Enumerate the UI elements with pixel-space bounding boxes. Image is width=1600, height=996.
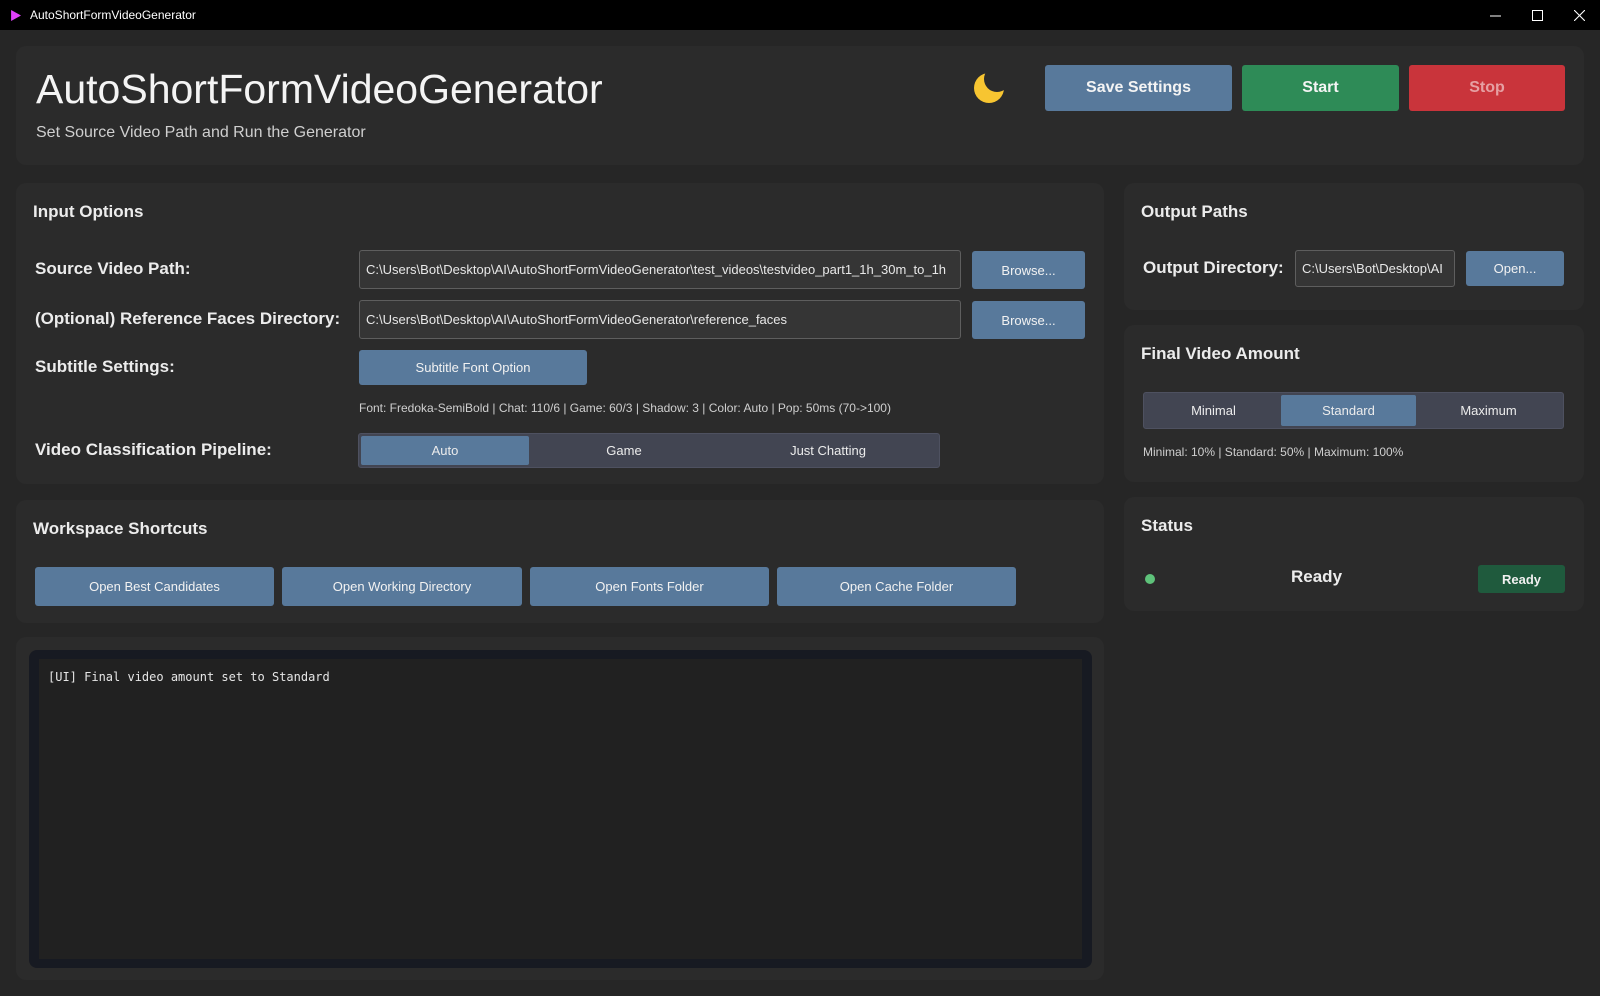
status-dot-icon — [1145, 574, 1155, 584]
subtitle-settings-label: Subtitle Settings: — [35, 357, 175, 376]
faces-browse-button[interactable]: Browse... — [972, 301, 1085, 339]
window-title: AutoShortFormVideoGenerator — [30, 8, 196, 22]
start-button[interactable]: Start — [1242, 65, 1399, 111]
pipeline-option-game[interactable]: Game — [529, 436, 719, 465]
source-video-value: C:\Users\Bot\Desktop\AI\AutoShortFormVid… — [366, 262, 947, 277]
amount-option-minimal[interactable]: Minimal — [1146, 395, 1281, 426]
log-panel: [UI] Final video amount set to Standard — [29, 650, 1092, 968]
app-title: AutoShortFormVideoGenerator — [36, 66, 603, 112]
pipeline-option-auto[interactable]: Auto — [361, 436, 529, 465]
save-settings-button[interactable]: Save Settings — [1045, 65, 1232, 111]
log-textarea[interactable]: [UI] Final video amount set to Standard — [39, 659, 1082, 959]
app-subtitle: Set Source Video Path and Run the Genera… — [36, 124, 366, 141]
reference-faces-label: (Optional) Reference Faces Directory: — [35, 309, 341, 328]
amount-option-maximum[interactable]: Maximum — [1416, 395, 1561, 426]
reference-faces-field[interactable]: C:\Users\Bot\Desktop\AI\AutoShortFormVid… — [359, 300, 961, 339]
log-line: [UI] Final video amount set to Standard — [48, 670, 330, 684]
output-paths-title: Output Paths — [1141, 202, 1248, 221]
output-directory-field[interactable]: C:\Users\Bot\Desktop\AI — [1295, 250, 1455, 287]
amount-option-standard[interactable]: Standard — [1281, 395, 1416, 426]
amount-segmented-control: Minimal Standard Maximum — [1143, 392, 1564, 429]
title-bar: AutoShortFormVideoGenerator — [0, 0, 1600, 30]
status-badge: Ready — [1478, 565, 1565, 593]
output-open-button[interactable]: Open... — [1466, 251, 1564, 286]
app-play-icon — [0, 0, 30, 30]
close-icon[interactable] — [1558, 0, 1600, 30]
amount-info-text: Minimal: 10% | Standard: 50% | Maximum: … — [1143, 445, 1404, 459]
pipeline-label: Video Classification Pipeline: — [35, 440, 272, 459]
input-options-title: Input Options — [33, 202, 144, 221]
stop-button[interactable]: Stop — [1409, 65, 1565, 111]
status-card: Status — [1124, 497, 1584, 611]
output-directory-value: C:\Users\Bot\Desktop\AI — [1302, 261, 1443, 276]
source-video-field[interactable]: C:\Users\Bot\Desktop\AI\AutoShortFormVid… — [359, 250, 961, 289]
pipeline-option-just-chatting[interactable]: Just Chatting — [719, 436, 937, 465]
subtitle-font-option-button[interactable]: Subtitle Font Option — [359, 350, 587, 385]
maximize-icon[interactable] — [1516, 0, 1558, 30]
open-working-directory-button[interactable]: Open Working Directory — [282, 567, 522, 606]
workspace-shortcuts-title: Workspace Shortcuts — [33, 519, 208, 538]
source-browse-button[interactable]: Browse... — [972, 251, 1085, 289]
pipeline-segmented-control: Auto Game Just Chatting — [358, 433, 940, 468]
source-video-label: Source Video Path: — [35, 259, 191, 278]
open-cache-folder-button[interactable]: Open Cache Folder — [777, 567, 1016, 606]
reference-faces-value: C:\Users\Bot\Desktop\AI\AutoShortFormVid… — [366, 312, 788, 327]
open-best-candidates-button[interactable]: Open Best Candidates — [35, 567, 274, 606]
minimize-icon[interactable] — [1474, 0, 1516, 30]
output-directory-label: Output Directory: — [1143, 258, 1284, 277]
status-title: Status — [1141, 516, 1193, 535]
open-fonts-folder-button[interactable]: Open Fonts Folder — [530, 567, 769, 606]
output-paths-card: Output Paths — [1124, 183, 1584, 310]
final-video-amount-title: Final Video Amount — [1141, 344, 1300, 363]
status-text: Ready — [1291, 567, 1343, 586]
subtitle-info-text: Font: Fredoka-SemiBold | Chat: 110/6 | G… — [359, 401, 891, 415]
moon-icon[interactable] — [970, 67, 1010, 107]
